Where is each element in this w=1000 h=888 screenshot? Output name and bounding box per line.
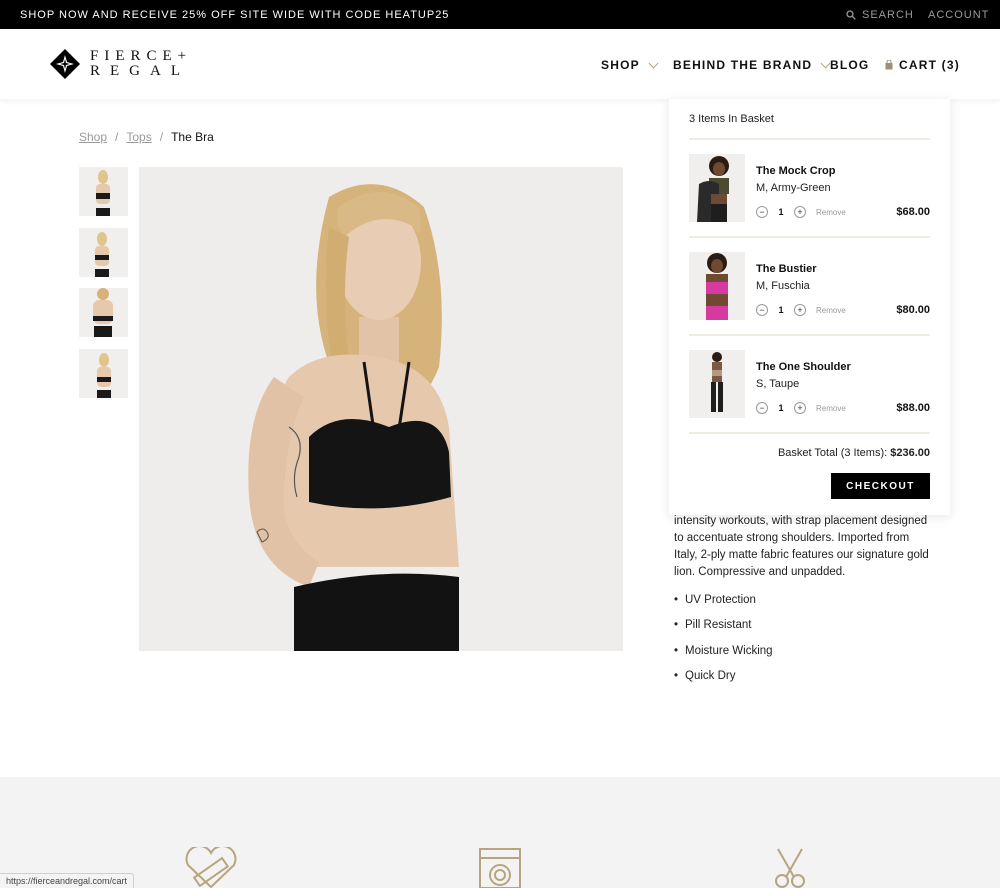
cart-item: The Mock Crop M, Army-Green − 1 + Remove…	[689, 154, 930, 224]
cart-item-name: The Bustier	[756, 263, 817, 275]
brand-line-2: REGAL	[90, 63, 190, 79]
basket-total-value: $236.00	[890, 447, 930, 459]
list-item: UV Protection	[674, 592, 773, 617]
cart-item: The Bustier M, Fuschia − 1 + Remove $80.…	[689, 252, 930, 322]
product-main-image[interactable]	[139, 167, 623, 651]
cart-item-name: The Mock Crop	[756, 165, 836, 177]
breadcrumb-separator: /	[115, 130, 119, 144]
remove-link[interactable]: Remove	[816, 404, 846, 413]
nav-brand-label: BEHIND THE BRAND	[673, 58, 813, 72]
cart-item-variant: S, Taupe	[756, 378, 800, 390]
product-thumbnail-3[interactable]	[79, 288, 128, 337]
nav-blog-label: BLOG	[830, 58, 870, 72]
divider	[689, 432, 930, 434]
cart-item-image[interactable]	[689, 350, 745, 418]
breadcrumb-separator: /	[159, 130, 164, 144]
quantity-stepper: − 1 + Remove	[756, 304, 846, 316]
cart-item-variant: M, Army-Green	[756, 182, 831, 194]
promo-message: SHOP NOW AND RECEIVE 25% OFF SITE WIDE W…	[20, 9, 450, 21]
quantity-value: 1	[778, 207, 784, 217]
plus-icon[interactable]: +	[794, 304, 806, 316]
cart-item-name: The One Shoulder	[756, 361, 851, 373]
plus-icon[interactable]: +	[794, 206, 806, 218]
cart-dropdown: 3 Items In Basket The Mock Crop M, Army-…	[669, 99, 950, 515]
quantity-stepper: − 1 + Remove	[756, 206, 846, 218]
cart-item-price: $88.00	[896, 402, 930, 414]
quantity-value: 1	[778, 403, 784, 413]
cart-item-price: $68.00	[896, 206, 930, 218]
divider	[689, 334, 930, 336]
cart-item-variant: M, Fuschia	[756, 280, 810, 292]
cart-item: The One Shoulder S, Taupe − 1 + Remove $…	[689, 350, 930, 420]
list-item: Pill Resistant	[674, 617, 773, 642]
quantity-value: 1	[778, 305, 784, 315]
breadcrumb-tops[interactable]: Tops	[126, 130, 151, 144]
site-header: FIERCE+ REGAL SHOP BEHIND THE BRAND BLOG…	[0, 29, 1000, 99]
minus-icon[interactable]: −	[756, 402, 768, 414]
basket-total-label: Basket Total (3 Items):	[777, 447, 888, 459]
heart-bandage-icon	[185, 847, 237, 888]
plus-icon[interactable]: +	[794, 402, 806, 414]
promo-bar: SHOP NOW AND RECEIVE 25% OFF SITE WIDE W…	[0, 0, 1000, 29]
nav-cart[interactable]: CART (3)	[885, 58, 960, 72]
browser-status-url: https://fierceandregal.com/cart	[0, 873, 135, 888]
feature-list: UV Protection Pill Resistant Moisture Wi…	[674, 592, 773, 693]
divider	[689, 236, 930, 238]
minus-icon[interactable]: −	[756, 304, 768, 316]
search-link[interactable]: SEARCH	[846, 9, 914, 21]
washing-machine-icon	[479, 848, 521, 888]
brand-mark-icon	[50, 49, 80, 79]
product-thumbnail-4[interactable]	[79, 349, 128, 398]
brand-logo[interactable]: FIERCE+ REGAL	[50, 49, 192, 79]
product-thumbnail-2[interactable]	[79, 228, 128, 277]
product-description: intensity workouts, with strap placement…	[674, 515, 929, 578]
cart-item-image[interactable]	[689, 252, 745, 320]
cart-heading: 3 Items In Basket	[689, 113, 774, 125]
breadcrumb-current: The Bra	[171, 130, 214, 144]
breadcrumb: Shop / Tops / The Bra	[79, 130, 214, 144]
product-thumbnail-1[interactable]	[79, 167, 128, 216]
list-item: Quick Dry	[674, 668, 773, 693]
search-icon	[846, 10, 856, 20]
bag-icon	[885, 60, 893, 70]
remove-link[interactable]: Remove	[816, 306, 846, 315]
breadcrumb-shop[interactable]: Shop	[79, 130, 107, 144]
cart-item-price: $80.00	[896, 304, 930, 316]
nav-behind-the-brand[interactable]: BEHIND THE BRAND	[673, 58, 831, 72]
basket-total: Basket Total (3 Items): $236.00	[778, 447, 930, 459]
nav-shop[interactable]: SHOP	[601, 58, 659, 72]
scissors-icon	[775, 848, 805, 888]
list-item: Moisture Wicking	[674, 643, 773, 668]
quantity-stepper: − 1 + Remove	[756, 402, 846, 414]
divider	[689, 138, 930, 140]
remove-link[interactable]: Remove	[816, 208, 846, 217]
account-link[interactable]: ACCOUNT	[928, 9, 989, 21]
nav-cart-label: CART (3)	[899, 58, 960, 72]
nav-blog[interactable]: BLOG	[830, 58, 869, 72]
chevron-down-icon	[648, 58, 659, 68]
nav-shop-label: SHOP	[601, 58, 640, 72]
minus-icon[interactable]: −	[756, 206, 768, 218]
cart-item-image[interactable]	[689, 154, 745, 222]
brand-line-1: FIERCE+	[90, 48, 193, 64]
checkout-button[interactable]: CHECKOUT	[831, 473, 930, 499]
search-label: SEARCH	[862, 9, 914, 21]
